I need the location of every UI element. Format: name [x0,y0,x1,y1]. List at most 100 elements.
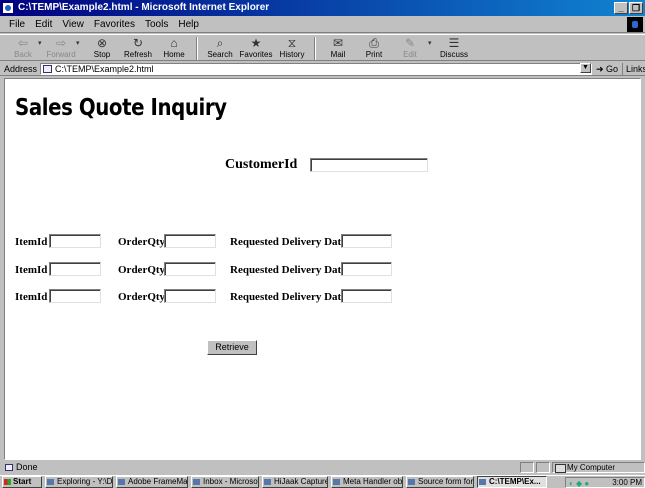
mail-icon: ✉ [332,36,344,50]
back-button[interactable]: ⇦ Back [8,35,38,62]
address-url: C:\TEMP\Example2.html [55,64,154,74]
stop-button[interactable]: ⊗ Stop [84,35,120,62]
system-tray: ◐ ◆ ● 3:00 PM [565,477,645,488]
edit-button[interactable]: ✎ Edit [392,35,428,62]
stop-icon: ⊗ [96,36,108,50]
windows-taskbar: Start Exploring - Y:\D... Adobe FrameMa.… [0,475,645,488]
taskbar-item[interactable]: Source form for ... [406,476,474,488]
tray-icons[interactable]: ◐ ◆ ● [569,479,589,488]
order-qty-input[interactable] [164,289,216,303]
history-label: History [279,50,305,59]
search-icon: ⌕ [216,36,224,50]
item-id-label: ItemId [15,264,48,276]
menu-edit[interactable]: Edit [30,18,57,32]
discuss-button[interactable]: ☰ Discuss [436,35,472,62]
delivery-date-input[interactable] [341,262,392,276]
print-button[interactable]: ⎙ Print [356,35,392,62]
page-heading: Sales Quote Inquiry [15,95,227,121]
favorites-label: Favorites [239,50,273,59]
back-dropdown-icon[interactable]: ▾ [38,39,46,47]
delivery-date-label: Requested Delivery Date [230,236,347,248]
status-done-label: Done [16,462,38,472]
refresh-label: Refresh [123,50,152,59]
item-id-label: ItemId [15,291,48,303]
status-text: Done [4,461,38,474]
printer-icon: ⎙ [369,36,379,50]
forward-label: Forward [46,50,76,59]
address-dropdown-button[interactable]: ▼ [580,63,591,73]
favorites-button[interactable]: ★ Favorites [238,35,274,62]
toolbar: ⇦ Back ▾ ⇨ Forward ▾ ⊗ Stop ↻ Refresh ⌂ … [0,34,645,61]
order-qty-label: OrderQty [118,264,166,276]
home-button[interactable]: ⌂ Home [156,35,192,62]
ie-page-icon [2,2,14,14]
item-id-input[interactable] [49,289,101,303]
item-id-input[interactable] [49,234,101,248]
security-zone: My Computer [552,462,645,473]
minimize-button[interactable]: _ [614,2,628,14]
back-label: Back [14,50,32,59]
home-icon: ⌂ [170,36,178,50]
retrieve-button[interactable]: Retrieve [207,340,257,355]
toolbar-separator [314,37,316,60]
order-qty-label: OrderQty [118,291,166,303]
taskbar-item[interactable]: Meta Handler ob... [331,476,403,488]
page-icon [5,464,13,471]
stop-label: Stop [93,50,111,59]
go-button[interactable]: ➜ Go [596,63,618,75]
order-qty-input[interactable] [164,234,216,248]
delivery-date-label: Requested Delivery Date [230,291,347,303]
history-icon: ⧖ [287,36,297,50]
delivery-date-input[interactable] [341,289,392,303]
taskbar-item[interactable]: Inbox - Microsoft... [191,476,259,488]
customer-id-label: CustomerId [225,157,298,172]
item-id-input[interactable] [49,262,101,276]
status-bar: Done My Computer [0,461,645,474]
menu-file[interactable]: File [4,18,30,32]
status-panel [536,462,550,473]
mail-button[interactable]: ✉ Mail [320,35,356,62]
edit-dropdown-icon[interactable]: ▾ [428,39,436,47]
go-label: Go [606,64,619,74]
edit-label: Edit [403,50,417,59]
forward-button[interactable]: ⇨ Forward [46,35,76,62]
taskbar-item[interactable]: HiJaak Capture [262,476,328,488]
taskbar-item[interactable]: Exploring - Y:\D... [45,476,113,488]
customer-id-input[interactable] [310,158,428,172]
menu-tools[interactable]: Tools [140,18,173,32]
address-input[interactable]: C:\TEMP\Example2.html [40,63,592,75]
title-bar[interactable]: C:\TEMP\Example2.html - Microsoft Intern… [0,0,645,16]
order-qty-input[interactable] [164,262,216,276]
browser-window: C:\TEMP\Example2.html - Microsoft Intern… [0,0,645,488]
status-panel [520,462,534,473]
ie-throbber-logo [627,17,643,32]
refresh-button[interactable]: ↻ Refresh [120,35,156,62]
address-label: Address [4,63,38,74]
mail-label: Mail [330,50,346,59]
search-button[interactable]: ⌕ Search [202,35,238,62]
start-button[interactable]: Start [2,476,42,488]
window-title: C:\TEMP\Example2.html - Microsoft Intern… [18,2,270,13]
search-label: Search [207,50,233,59]
menu-view[interactable]: View [57,18,89,32]
taskbar-item[interactable]: Adobe FrameMa... [116,476,188,488]
page-content: Sales Quote Inquiry CustomerId ItemId Or… [4,78,641,460]
history-button[interactable]: ⧖ History [274,35,310,62]
links-button[interactable]: Links [622,63,645,75]
taskbar-item-active[interactable]: C:\TEMP\Ex... [477,476,547,488]
menu-favorites[interactable]: Favorites [89,18,140,32]
forward-dropdown-icon[interactable]: ▾ [76,39,84,47]
forward-arrow-icon: ⇨ [55,36,67,50]
item-id-label: ItemId [15,236,48,248]
restore-button[interactable]: ❐ [629,2,643,14]
menu-bar: File Edit View Favorites Tools Help [0,17,645,33]
page-icon [43,65,52,73]
menu-help[interactable]: Help [173,18,204,32]
window-controls: _ ❐ [614,2,643,14]
address-bar: Address C:\TEMP\Example2.html ▼ ➜ Go Lin… [0,62,645,76]
delivery-date-label: Requested Delivery Date [230,264,347,276]
delivery-date-input[interactable] [341,234,392,248]
clock: 3:00 PM [612,478,642,487]
favorites-icon: ★ [250,36,262,50]
order-qty-label: OrderQty [118,236,166,248]
